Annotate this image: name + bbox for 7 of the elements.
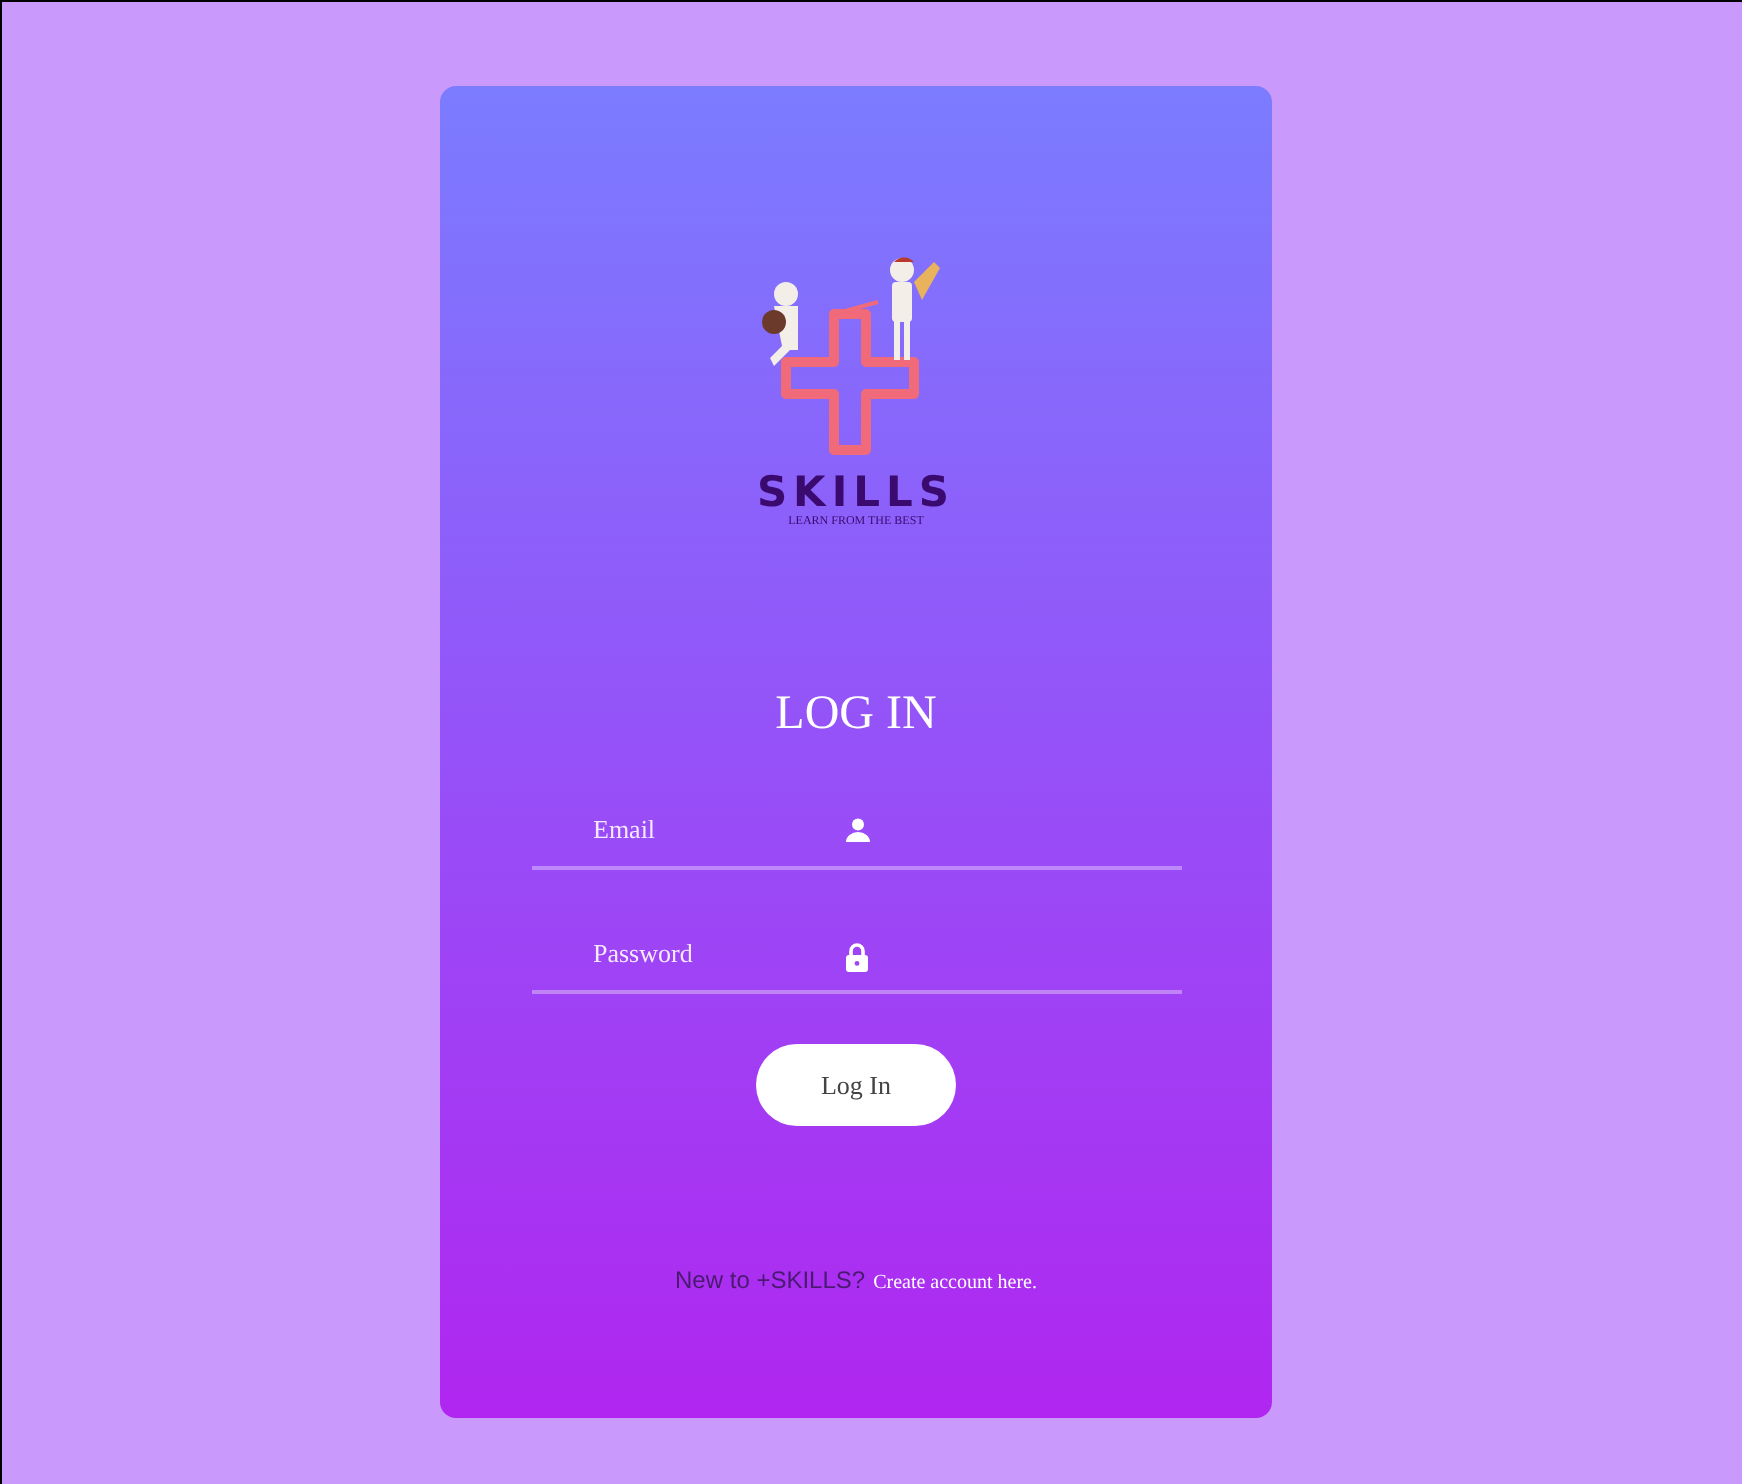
user-icon	[845, 818, 869, 842]
login-heading: LOG IN	[775, 686, 937, 742]
lock-icon	[845, 942, 867, 972]
login-button[interactable]: Log In	[756, 1044, 956, 1126]
create-account-link[interactable]: Create account here.	[873, 1272, 1037, 1294]
brand-name: SKILLS	[756, 470, 956, 514]
signup-prompt: New to +SKILLS?	[675, 1266, 866, 1294]
